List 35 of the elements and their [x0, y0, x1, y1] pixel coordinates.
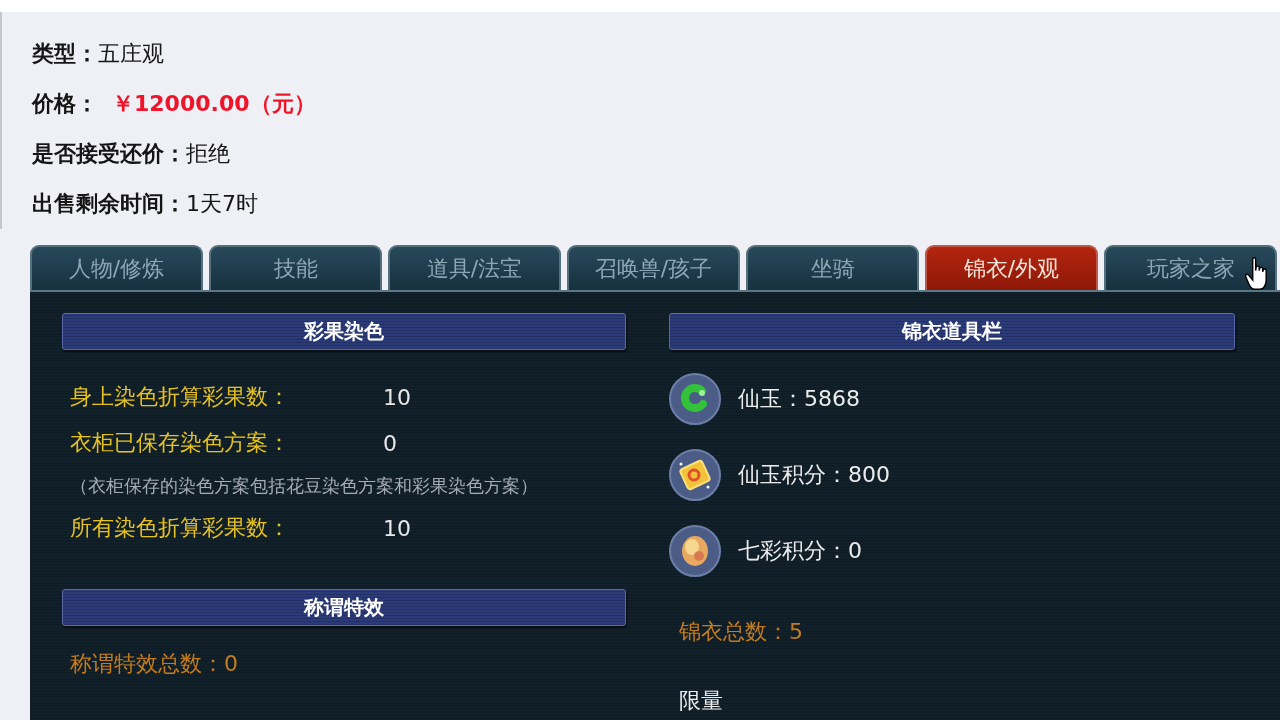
total-text: 称谓特效总数：0	[70, 650, 238, 678]
tab[interactable]: 玩家之家	[1104, 245, 1277, 290]
stat-value: 10	[383, 515, 411, 541]
stat-value: 10	[383, 384, 411, 410]
stat-label: 身上染色折算彩果数：	[70, 383, 291, 411]
field-label: 出售剩余时间：	[32, 190, 186, 218]
pointer-hand-icon	[1245, 257, 1267, 290]
orb-icon	[669, 525, 721, 577]
tab[interactable]: 召唤兽/孩子	[567, 245, 740, 290]
section-label: 限量	[679, 687, 723, 715]
tab[interactable]: 坐骑	[746, 245, 919, 290]
note-text: （衣柜保存的染色方案包括花豆染色方案和彩果染色方案）	[70, 473, 539, 498]
tab[interactable]: 人物/修炼	[30, 245, 203, 290]
item-text: 七彩积分：0	[738, 537, 862, 565]
field-label: 价格：	[32, 90, 98, 118]
item-text: 仙玉：5868	[738, 385, 860, 413]
tab[interactable]: 锦衣/外观	[925, 245, 1098, 290]
stat-value: 0	[383, 430, 397, 456]
stat-label: 所有染色折算彩果数：	[70, 514, 291, 542]
tab[interactable]: 技能	[209, 245, 382, 290]
total-text: 锦衣总数：5	[679, 618, 803, 646]
section-header: 彩果染色	[62, 313, 626, 350]
crescent-gem-icon	[669, 373, 721, 425]
field-label: 类型：	[32, 40, 98, 68]
section-header: 称谓特效	[62, 589, 626, 626]
section-header: 锦衣道具栏	[669, 313, 1235, 350]
tab[interactable]: 道具/法宝	[388, 245, 561, 290]
price-value: ￥12000.00（元）	[112, 90, 316, 118]
field-label: 是否接受还价：	[32, 140, 186, 168]
stat-label: 衣柜已保存染色方案：	[70, 429, 291, 457]
field-value: 拒绝	[186, 140, 230, 168]
item-text: 仙玉积分：800	[738, 461, 890, 489]
field-value: 五庄观	[98, 40, 164, 68]
card-icon	[669, 449, 721, 501]
field-value: 1天7时	[186, 190, 258, 218]
